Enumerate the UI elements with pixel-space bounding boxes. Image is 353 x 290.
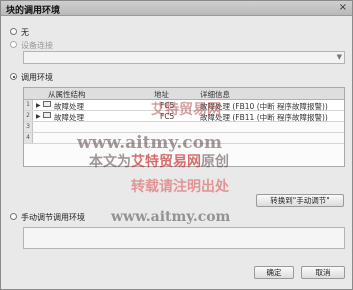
- dialog-title: 块的调用环境: [6, 6, 61, 16]
- col-structure: 从属性结构: [48, 90, 86, 99]
- chevron-down-icon: ▼: [336, 53, 342, 61]
- watermark-notice-brand: 艾特贸易网: [131, 154, 201, 170]
- ok-button[interactable]: 确定: [254, 266, 294, 279]
- expand-arrow-icon[interactable]: ▶: [36, 102, 41, 109]
- radio-none[interactable]: [10, 28, 17, 35]
- block-icon: [43, 112, 51, 118]
- radio-device[interactable]: [10, 41, 17, 48]
- radio-call-env-label: 调用环境: [21, 73, 53, 82]
- radio-device-label: 设备连接: [21, 41, 53, 50]
- watermark-text: 艾特贸易网: [151, 102, 221, 118]
- row-number: 4: [24, 133, 33, 143]
- expand-arrow-icon[interactable]: ▶: [36, 113, 41, 120]
- watermark-url-bottom: www.aitmy.com: [111, 209, 231, 225]
- watermark-notice-suffix: 原创: [201, 154, 229, 170]
- radio-none-label: 无: [21, 28, 29, 37]
- row-number: 1: [24, 100, 33, 110]
- table-row[interactable]: 3: [24, 122, 344, 133]
- row-number: 2: [24, 111, 33, 121]
- title-bar: 块的调用环境 ×: [1, 1, 352, 16]
- row-number: 3: [24, 122, 33, 132]
- cancel-button[interactable]: 取消: [301, 266, 345, 279]
- close-icon[interactable]: ×: [339, 2, 347, 13]
- block-icon: [43, 101, 51, 107]
- radio-call-env[interactable]: [10, 73, 17, 80]
- watermark-reprint: 转载请注明出处: [131, 179, 229, 195]
- radio-manual-label: 手动调节调用环境: [21, 213, 85, 222]
- device-select[interactable]: ▼: [23, 51, 345, 64]
- dialog-window: 块的调用环境 × 无 设备连接 ▼ 调用环境 从属性结构 地址 详细信息 1 ▶…: [0, 0, 353, 290]
- switch-manual-button[interactable]: 转换到"手动调节": [256, 194, 344, 207]
- manual-env-field[interactable]: [23, 227, 345, 249]
- watermark-notice: 本文为艾特贸易网原创: [89, 151, 229, 171]
- radio-manual[interactable]: [10, 213, 17, 220]
- watermark-url: www.aitmy.com: [77, 133, 222, 153]
- watermark-notice-prefix: 本文为: [89, 154, 131, 170]
